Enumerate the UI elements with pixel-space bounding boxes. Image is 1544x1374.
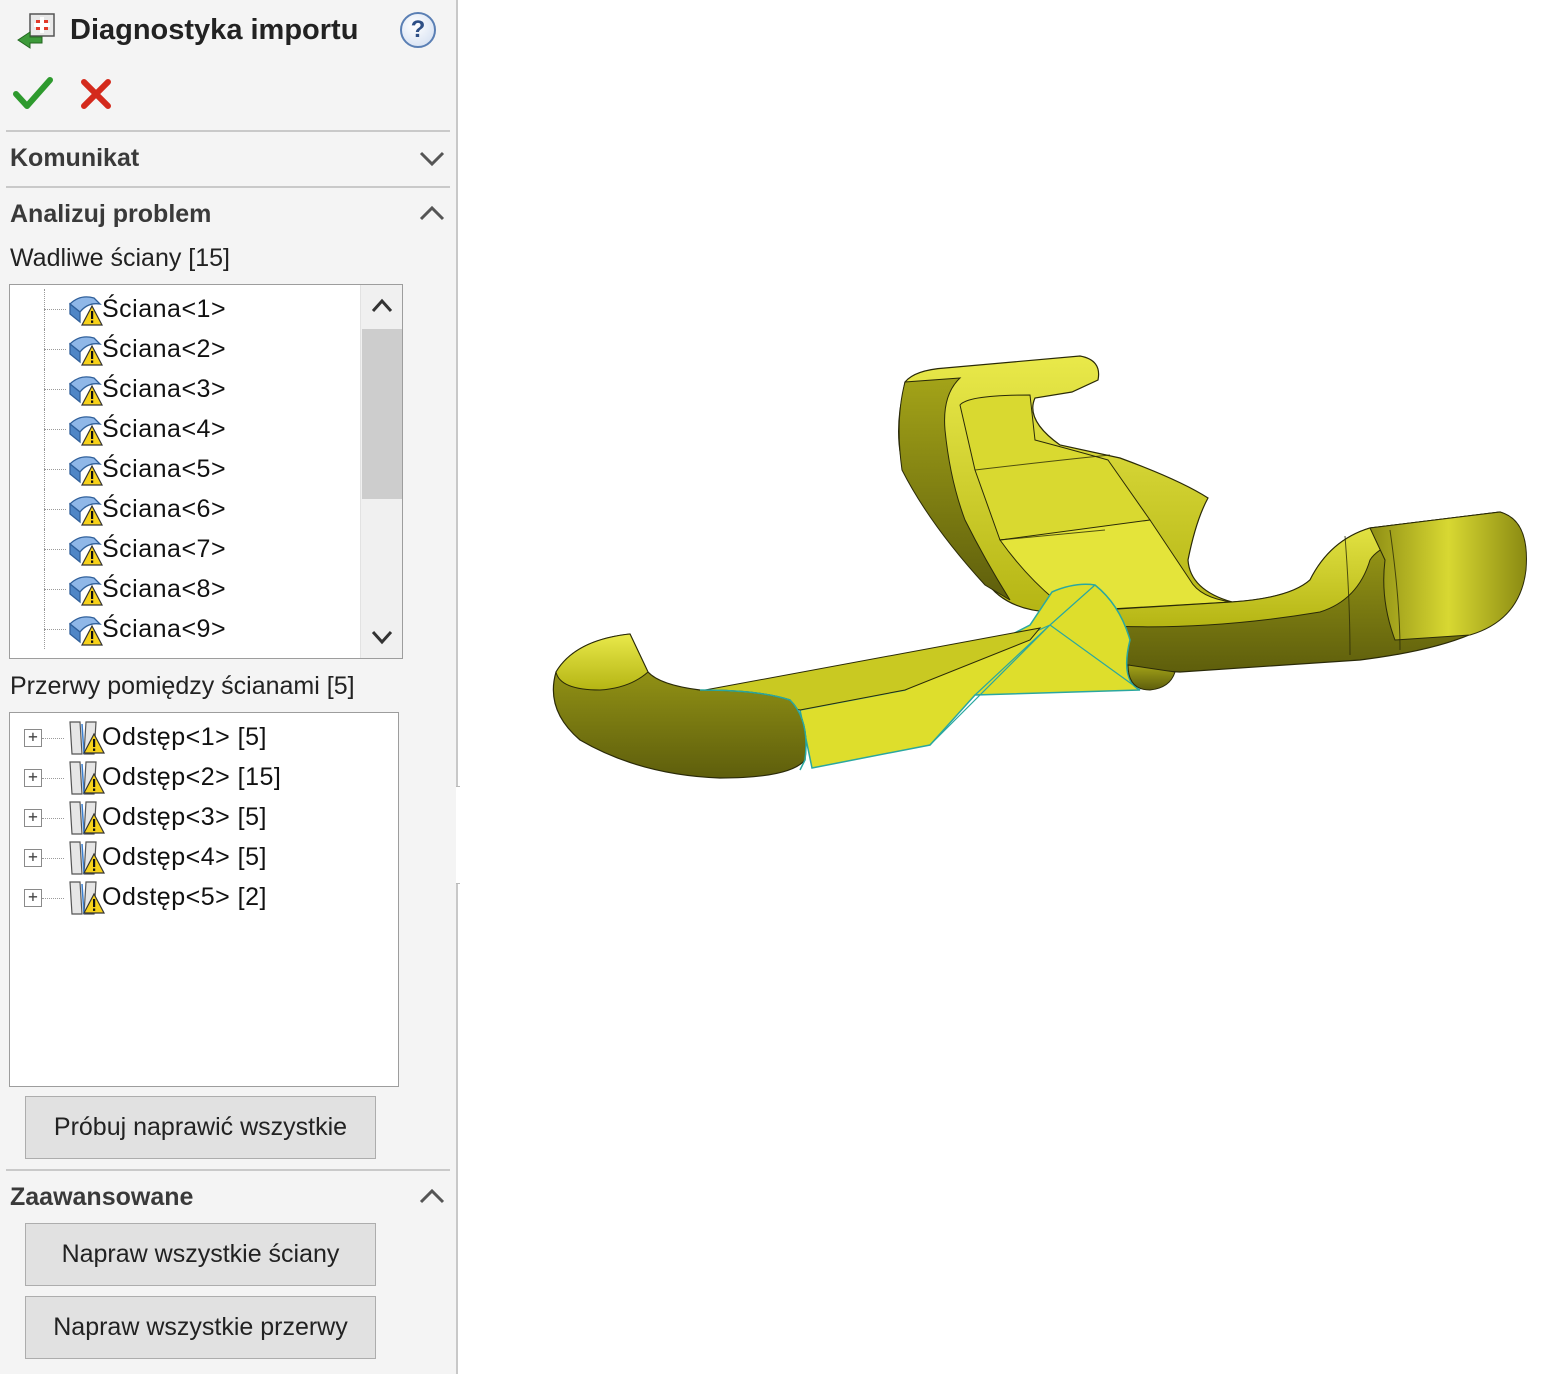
gap-label: Odstęp<1> [5] <box>102 723 267 751</box>
faulty-face-label: Ściana<6> <box>102 495 227 523</box>
faulty-face-item[interactable]: Ściana<3> <box>10 369 402 409</box>
expand-plus-icon[interactable]: + <box>24 769 42 787</box>
faulty-face-label: Ściana<4> <box>102 415 227 443</box>
gaps-label: Przerwy pomiędzy ścianami [5] <box>10 672 355 700</box>
faulty-face-icon <box>69 336 103 366</box>
gap-item[interactable]: + Odstęp<4> [5] <box>10 837 398 877</box>
faulty-face-item[interactable]: Ściana<1> <box>10 289 402 329</box>
section-message-header[interactable]: Komunikat <box>10 142 450 176</box>
faulty-face-icon <box>69 576 103 606</box>
expand-plus-icon[interactable]: + <box>24 729 42 747</box>
divider <box>6 186 450 188</box>
gap-item[interactable]: + Odstęp<1> [5] <box>10 717 398 757</box>
faulty-face-item[interactable]: Ściana<9> <box>10 609 402 649</box>
expand-plus-icon[interactable]: + <box>24 809 42 827</box>
graphics-viewport[interactable] <box>460 0 1544 1374</box>
faulty-faces-list[interactable]: Ściana<1> Ściana<2> Ściana<3> Ściana<4> Ścia… <box>9 284 403 659</box>
scroll-down-icon[interactable] <box>361 618 403 658</box>
chevron-up-icon <box>419 1188 445 1204</box>
tree-connector <box>44 389 66 390</box>
faulty-face-label: Ściana<5> <box>102 455 227 483</box>
faulty-face-icon <box>69 536 103 566</box>
faulty-face-item[interactable]: Ściana<7> <box>10 529 402 569</box>
faulty-face-item[interactable]: Ściana<6> <box>10 489 402 529</box>
faulty-face-item[interactable]: Ściana<4> <box>10 409 402 449</box>
gap-label: Odstęp<2> [15] <box>102 763 282 791</box>
gap-item[interactable]: + Odstęp<5> [2] <box>10 877 398 917</box>
model-right-arm-end <box>1369 511 1527 641</box>
help-button[interactable]: ? <box>400 12 436 48</box>
chevron-up-icon <box>419 205 445 221</box>
panel-title: Diagnostyka importu <box>70 14 359 46</box>
3d-model-view[interactable] <box>460 0 1544 1374</box>
try-repair-all-button[interactable]: Próbuj naprawić wszystkie <box>25 1096 376 1159</box>
scroll-thumb[interactable] <box>362 329 402 499</box>
tree-connector <box>44 549 66 550</box>
section-analyze-header[interactable]: Analizuj problem <box>10 198 450 232</box>
tree-connector <box>42 858 64 859</box>
faulty-face-icon <box>69 376 103 406</box>
divider <box>6 130 450 132</box>
close-icon <box>81 79 111 109</box>
faulty-face-icon <box>69 456 103 486</box>
faulty-face-label: Ściana<9> <box>102 615 227 643</box>
tree-connector <box>44 509 66 510</box>
faulty-face-item[interactable]: Ściana<2> <box>10 329 402 369</box>
tree-connector <box>44 589 66 590</box>
check-icon <box>13 77 53 109</box>
faulty-gap-icon <box>69 881 105 915</box>
section-advanced-header[interactable]: Zaawansowane <box>10 1181 450 1215</box>
faulty-face-icon <box>69 416 103 446</box>
tree-connector <box>42 818 64 819</box>
tree-connector <box>42 778 64 779</box>
tree-connector <box>44 469 66 470</box>
gap-label: Odstęp<3> [5] <box>102 803 267 831</box>
divider <box>6 1169 450 1171</box>
faulty-face-label: Ściana<7> <box>102 535 227 563</box>
tree-connector <box>44 309 66 310</box>
faulty-face-label: Ściana<3> <box>102 375 227 403</box>
faulty-face-icon <box>69 496 103 526</box>
faulty-face-item[interactable]: Ściana<5> <box>10 449 402 489</box>
scroll-up-icon[interactable] <box>361 285 403 325</box>
model-left-arm-top <box>555 633 649 691</box>
import-diagnostics-icon <box>17 13 55 49</box>
tree-connector <box>44 429 66 430</box>
faulty-gap-icon <box>69 721 105 755</box>
ok-button[interactable] <box>12 72 54 114</box>
section-analyze-label: Analizuj problem <box>10 200 212 228</box>
gap-item[interactable]: + Odstęp<2> [15] <box>10 757 398 797</box>
panel-titlebar: Diagnostyka importu ? <box>0 0 458 64</box>
repair-all-faces-button[interactable]: Napraw wszystkie ściany <box>25 1223 376 1286</box>
gap-label: Odstęp<5> [2] <box>102 883 267 911</box>
gaps-list[interactable]: + Odstęp<1> [5] + Odstęp<2> [15] + Odstęp<3> … <box>9 712 399 1087</box>
gap-label: Odstęp<4> [5] <box>102 843 267 871</box>
tree-connector <box>42 738 64 739</box>
gap-item[interactable]: + Odstęp<3> [5] <box>10 797 398 837</box>
faulty-face-icon <box>69 296 103 326</box>
section-advanced-label: Zaawansowane <box>10 1183 194 1211</box>
faulty-face-label: Ściana<8> <box>102 575 227 603</box>
property-manager-panel: Diagnostyka importu ? Komunikat Analizuj… <box>0 0 458 1374</box>
expand-plus-icon[interactable]: + <box>24 889 42 907</box>
repair-all-gaps-button[interactable]: Napraw wszystkie przerwy <box>25 1296 376 1359</box>
faulty-gap-icon <box>69 841 105 875</box>
faces-scrollbar[interactable] <box>360 285 402 658</box>
faulty-gap-icon <box>69 761 105 795</box>
cancel-button[interactable] <box>76 74 116 114</box>
faulty-face-label: Ściana<1> <box>102 295 227 323</box>
chevron-down-icon <box>419 151 445 167</box>
tree-connector <box>42 898 64 899</box>
faulty-face-item[interactable]: Ściana<8> <box>10 569 402 609</box>
tree-connector <box>44 349 66 350</box>
expand-plus-icon[interactable]: + <box>24 849 42 867</box>
faulty-face-label: Ściana<2> <box>102 335 227 363</box>
faulty-face-icon <box>69 616 103 646</box>
section-message-label: Komunikat <box>10 144 140 172</box>
tree-connector <box>44 629 66 630</box>
faulty-faces-label: Wadliwe ściany [15] <box>10 244 230 272</box>
faulty-gap-icon <box>69 801 105 835</box>
